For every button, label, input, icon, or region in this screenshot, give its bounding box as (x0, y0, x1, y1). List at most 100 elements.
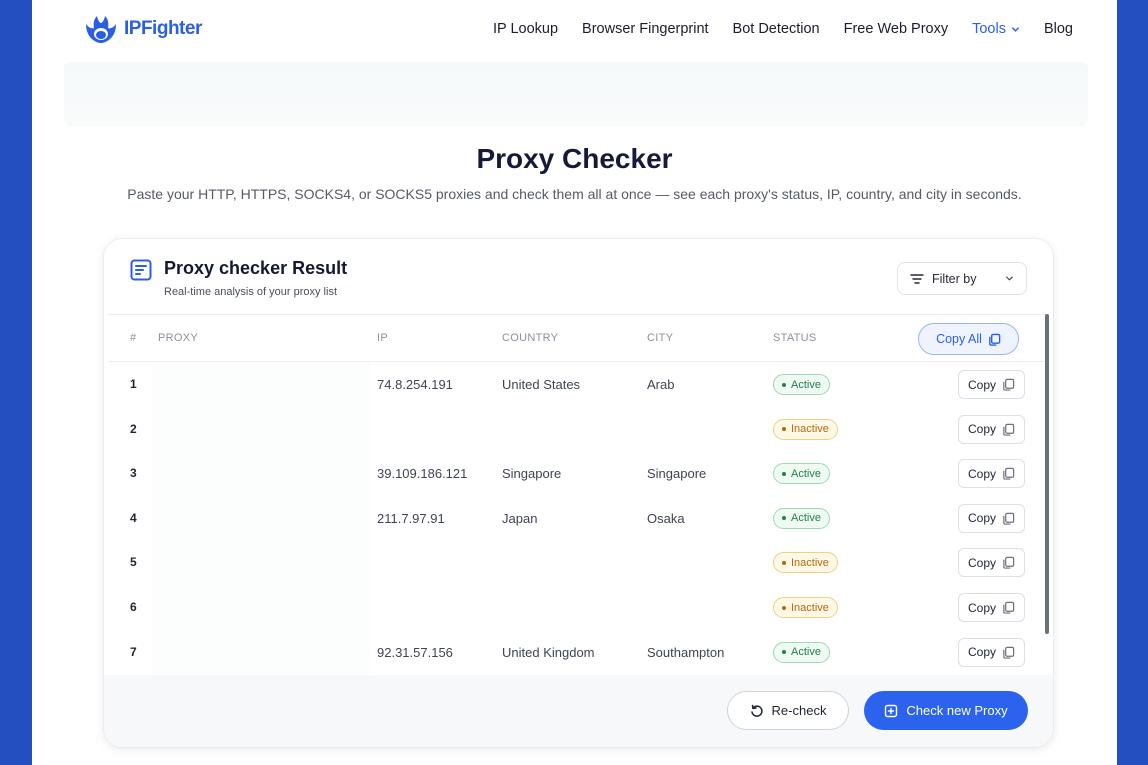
status-badge: Active (773, 507, 830, 529)
row-number: 2 (130, 421, 137, 436)
ip-cell: 74.8.254.191 (377, 377, 453, 392)
copy-icon (989, 333, 1001, 346)
country-cell: United States (502, 377, 581, 392)
nav-ip-lookup[interactable]: IP Lookup (493, 21, 558, 37)
chevron-down-icon (1006, 276, 1013, 281)
col-proxy: PROXY (158, 332, 199, 344)
proxy-cell (152, 585, 370, 630)
copy-button[interactable]: Copy (958, 548, 1025, 578)
ip-cell: 92.31.57.156 (377, 644, 453, 660)
row-number: 5 (130, 555, 137, 570)
brand-logo[interactable]: IPFighter (84, 14, 202, 44)
result-footer: Re-check Check new Proxy (104, 675, 1053, 747)
table-row: 5 Inactive Copy (108, 540, 1045, 585)
results-table: # PROXY IP COUNTRY CITY STATUS Copy All … (104, 314, 1053, 675)
table-scrollbar[interactable] (1045, 314, 1049, 634)
filter-icon (910, 273, 924, 284)
proxy-cell (152, 406, 370, 452)
table-row: 2 Inactive Copy (108, 406, 1045, 452)
status-badge: Inactive (773, 552, 838, 574)
row-number: 1 (130, 377, 137, 391)
row-number: 6 (130, 600, 137, 614)
copy-button[interactable]: Copy (958, 459, 1025, 489)
page-title: Proxy Checker (476, 143, 673, 174)
col-country: COUNTRY (502, 332, 559, 344)
copy-label: Copy (967, 466, 996, 481)
copy-button[interactable]: Copy (958, 593, 1025, 622)
status-badge: Active (773, 463, 830, 485)
status-label: Inactive (791, 601, 829, 614)
copy-icon (1003, 601, 1015, 614)
copy-all-button[interactable]: Copy All (918, 323, 1019, 355)
table-row: 1 74.8.254.191 United States Arab Active Copy (108, 362, 1045, 407)
page: IPFighter IP Lookup Browser Fingerprint … (32, 0, 1117, 765)
check-new-proxy-label: Check new Proxy (906, 703, 1008, 718)
copy-icon (1003, 467, 1015, 480)
proxy-cell (152, 495, 370, 541)
proxy-cell (152, 362, 370, 407)
nav-tools[interactable]: Tools (972, 21, 1020, 37)
status-dot (782, 382, 786, 387)
city-cell: Southampton (647, 644, 725, 660)
country-cell: Singapore (502, 466, 562, 482)
status-dot (782, 427, 786, 432)
col-status: STATUS (773, 332, 817, 344)
page-subtitle: Paste your HTTP, HTTPS, SOCKS4, or SOCKS… (127, 186, 1022, 202)
filter-label: Filter by (932, 271, 977, 286)
table-row: 4 211.7.97.91 Japan Osaka Active Copy (108, 495, 1045, 541)
check-new-proxy-button[interactable]: Check new Proxy (864, 691, 1028, 730)
nav-blog[interactable]: Blog (1044, 21, 1073, 37)
status-dot (782, 471, 786, 476)
copy-button[interactable]: Copy (958, 637, 1025, 667)
nav-free-web-proxy[interactable]: Free Web Proxy (844, 21, 949, 37)
copy-icon (1003, 378, 1015, 391)
country-cell: Japan (502, 510, 538, 526)
proxy-cell (152, 540, 370, 585)
status-label: Inactive (791, 423, 829, 436)
row-number: 7 (130, 644, 137, 659)
col-number: # (130, 332, 137, 344)
main-nav: IP Lookup Browser Fingerprint Bot Detect… (493, 21, 1073, 37)
copy-button[interactable]: Copy (958, 370, 1025, 399)
table-row: 3 39.109.186.121 Singapore Singapore Active C… (108, 451, 1045, 496)
status-dot (782, 516, 786, 521)
copy-all-label: Copy All (936, 332, 982, 346)
banner-area (64, 62, 1088, 126)
status-badge: Inactive (773, 418, 838, 440)
nav-bot-detection[interactable]: Bot Detection (733, 21, 820, 37)
recheck-button[interactable]: Re-check (727, 691, 849, 730)
row-number: 3 (130, 466, 137, 481)
status-label: Active (791, 512, 821, 525)
status-badge: Inactive (773, 597, 838, 618)
ip-cell: 39.109.186.121 (377, 466, 468, 482)
copy-label: Copy (967, 555, 996, 570)
copy-icon (1003, 512, 1015, 525)
status-dot (782, 650, 786, 655)
nav-tools-label: Tools (972, 21, 1006, 37)
copy-label: Copy (967, 422, 996, 437)
status-dot (782, 560, 786, 565)
table-header: # PROXY IP COUNTRY CITY STATUS Copy All (108, 314, 1045, 362)
city-cell: Singapore (647, 466, 707, 482)
status-dot (782, 605, 786, 610)
city-cell: Osaka (647, 510, 685, 526)
logo-icon (86, 16, 116, 43)
site-header: IPFighter IP Lookup Browser Fingerprint … (32, 0, 1117, 60)
filter-dropdown[interactable]: Filter by (897, 262, 1027, 295)
nav-browser-fingerprint[interactable]: Browser Fingerprint (582, 21, 709, 37)
col-city: CITY (647, 332, 674, 344)
city-cell: Arab (647, 377, 675, 392)
result-title: Proxy checker Result (164, 258, 348, 278)
status-badge: Active (773, 374, 830, 395)
copy-button[interactable]: Copy (958, 414, 1025, 444)
copy-label: Copy (967, 600, 996, 615)
copy-button[interactable]: Copy (958, 503, 1025, 533)
table-row: 6 Inactive Copy (108, 585, 1045, 630)
status-badge: Active (773, 641, 830, 663)
result-card: Proxy checker Result Real-time analysis … (104, 239, 1053, 747)
chevron-down-icon (1012, 26, 1019, 32)
copy-icon (1003, 646, 1015, 659)
copy-label: Copy (967, 511, 996, 526)
table-row: 7 92.31.57.156 United Kingdom Southampton Ac… (108, 629, 1045, 675)
row-number: 4 (130, 510, 137, 525)
